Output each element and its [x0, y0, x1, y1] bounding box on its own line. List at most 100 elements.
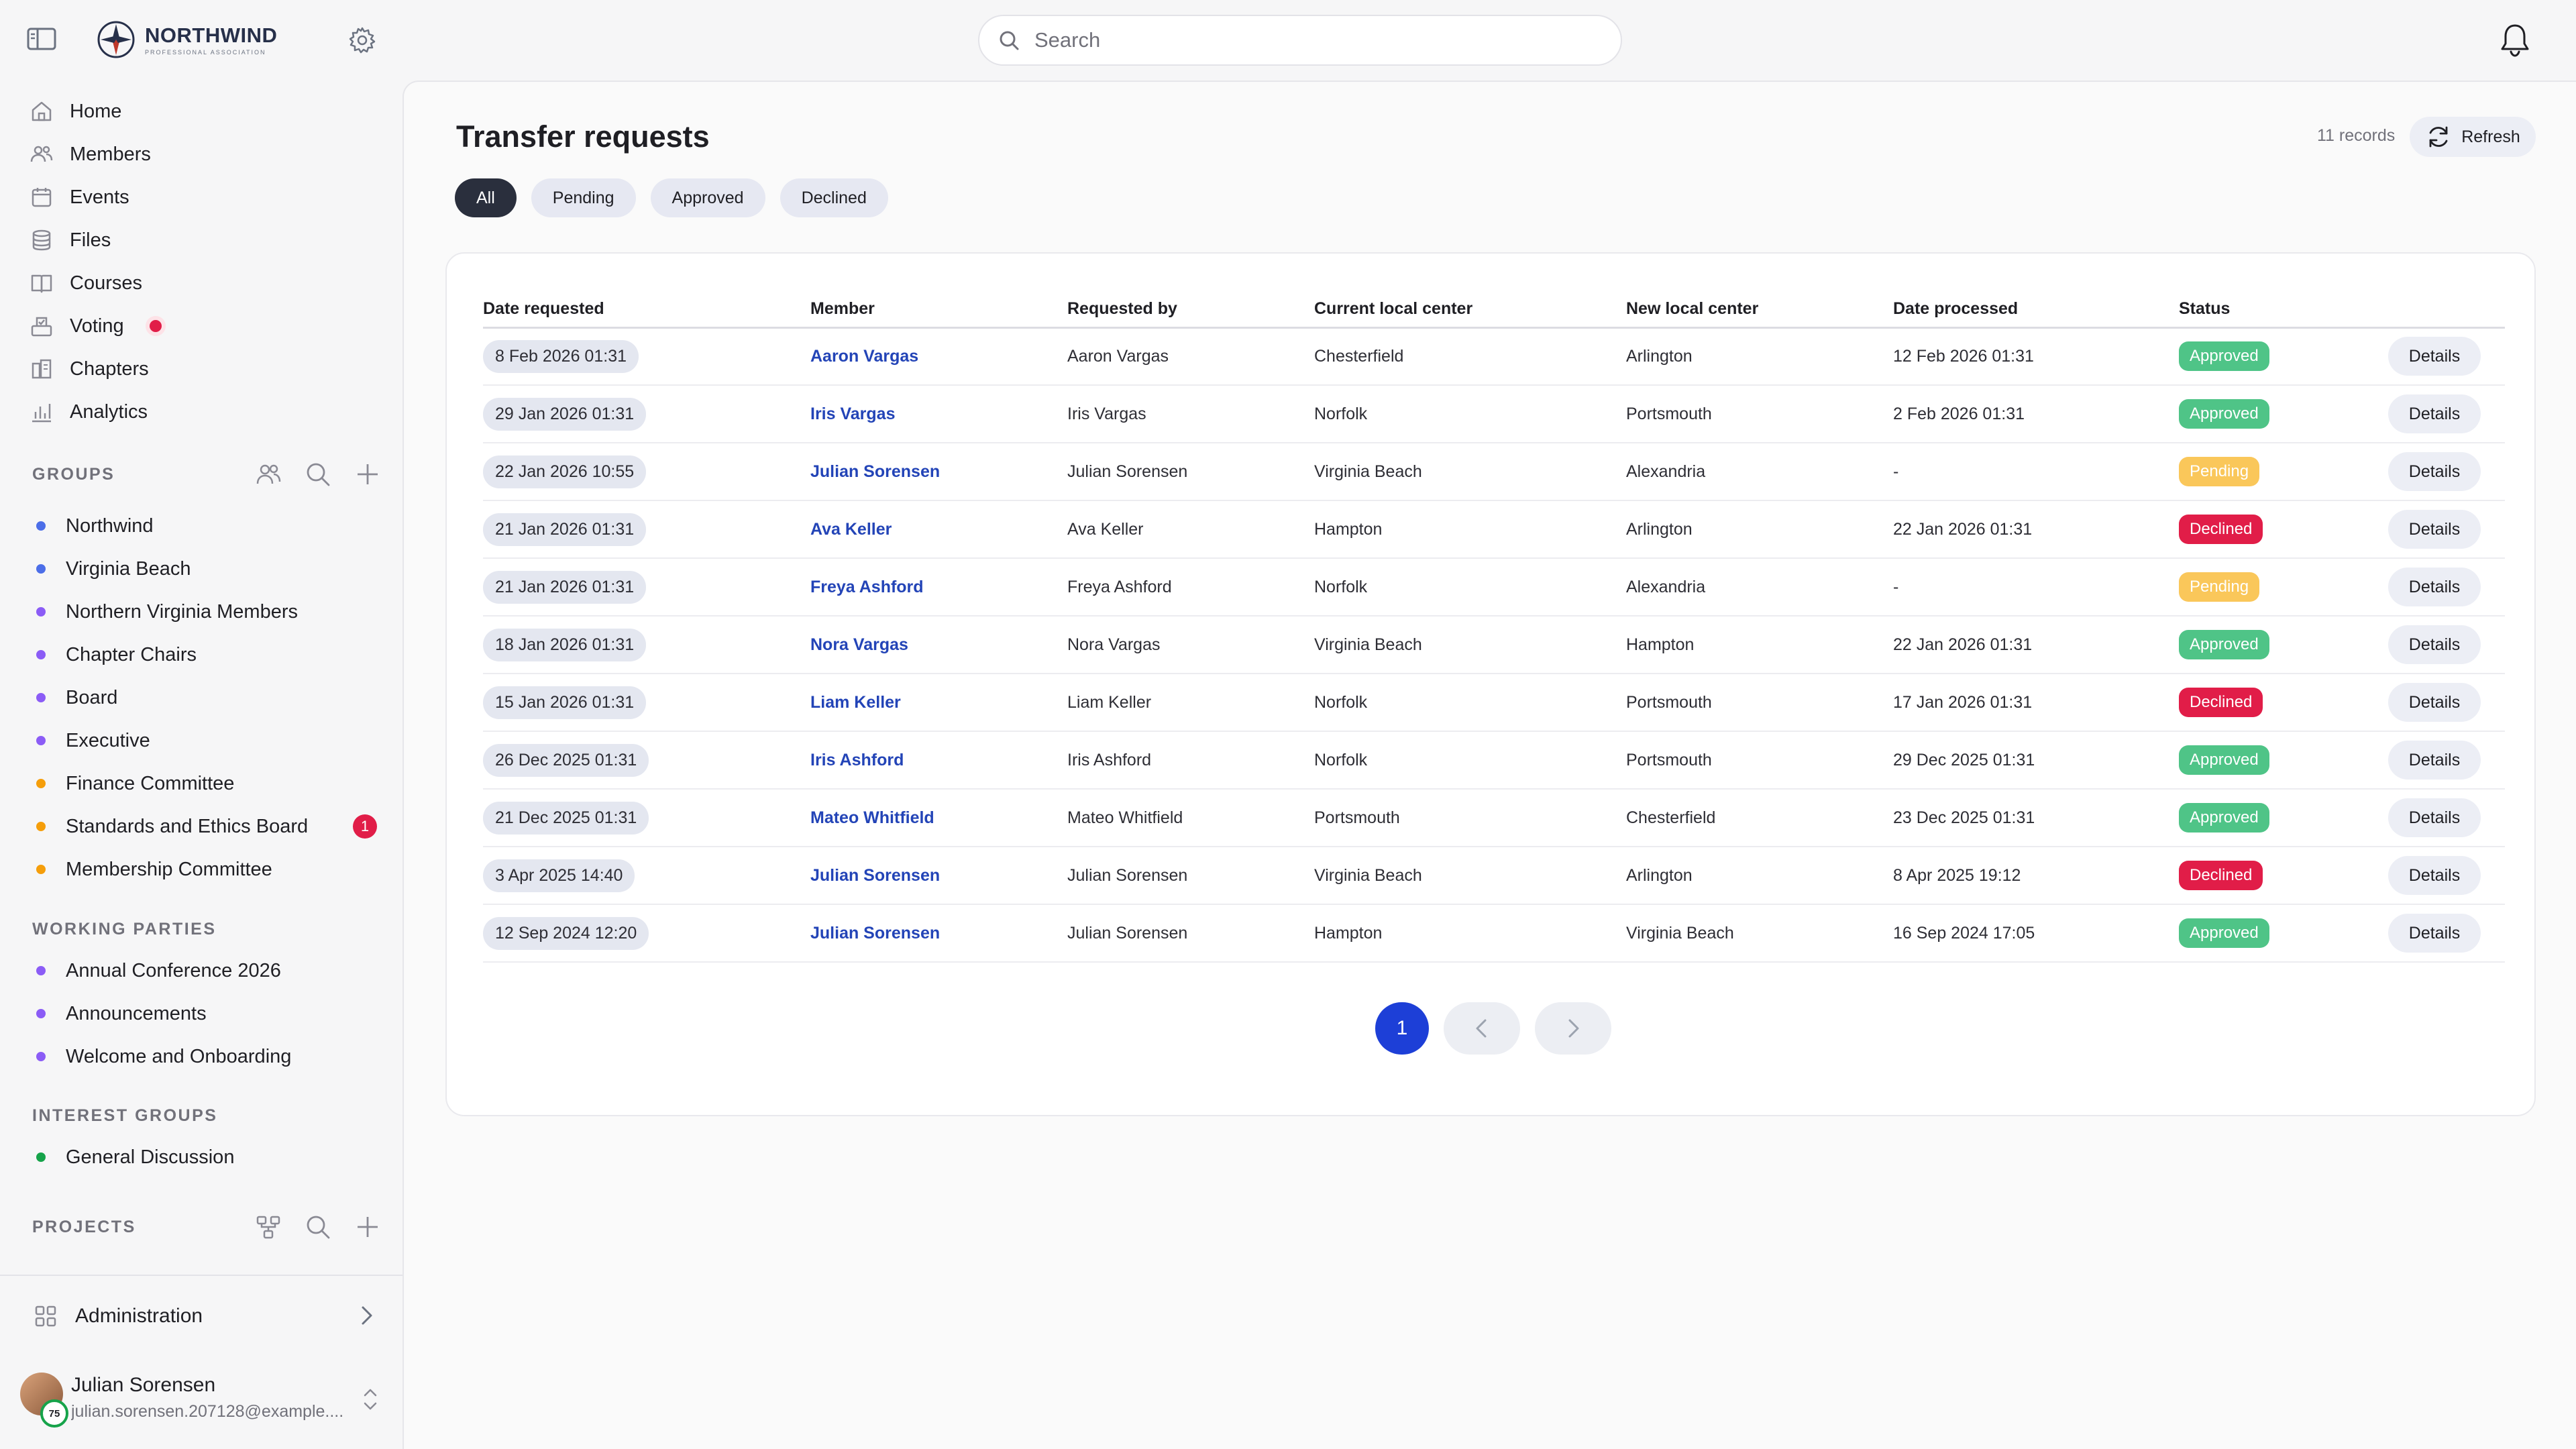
- details-button[interactable]: Details: [2388, 337, 2481, 376]
- add-group-icon[interactable]: [354, 461, 381, 488]
- table-row[interactable]: 15 Jan 2026 01:31 Liam Keller Liam Keller N…: [483, 674, 2505, 732]
- member-link[interactable]: Nora Vargas: [810, 635, 908, 654]
- group-item-membership-committee[interactable]: Membership Committee: [0, 848, 402, 891]
- filter-declined[interactable]: Declined: [780, 178, 888, 217]
- table-row[interactable]: 3 Apr 2025 14:40 Julian Sorensen Julian So…: [483, 847, 2505, 905]
- settings-gear-icon[interactable]: [347, 25, 377, 55]
- column-header[interactable]: Requested by: [1067, 291, 1314, 329]
- group-item-northwind[interactable]: Northwind: [0, 504, 402, 547]
- group-item-northern-virginia-members[interactable]: Northern Virginia Members: [0, 590, 402, 633]
- member-link[interactable]: Liam Keller: [810, 693, 901, 712]
- requested-by: Freya Ashford: [1067, 558, 1314, 616]
- date-requested-cell: 12 Sep 2024 12:20: [483, 904, 810, 963]
- column-header[interactable]: Date requested: [483, 291, 810, 329]
- administration-link[interactable]: Administration: [0, 1276, 402, 1356]
- table-row[interactable]: 21 Jan 2026 01:31 Freya Ashford Freya Ashf…: [483, 558, 2505, 616]
- member-link[interactable]: Julian Sorensen: [810, 462, 940, 481]
- nav-item-chapters[interactable]: Chapters: [0, 347, 402, 390]
- date-processed: 8 Apr 2025 19:12: [1893, 847, 2179, 905]
- member-link[interactable]: Aaron Vargas: [810, 347, 918, 366]
- details-button[interactable]: Details: [2388, 625, 2481, 664]
- details-button[interactable]: Details: [2388, 510, 2481, 549]
- details-button[interactable]: Details: [2388, 798, 2481, 837]
- group-item-executive[interactable]: Executive: [0, 719, 402, 762]
- details-button[interactable]: Details: [2388, 394, 2481, 433]
- member-link[interactable]: Iris Vargas: [810, 405, 895, 423]
- nav-item-courses[interactable]: Courses: [0, 262, 402, 305]
- group-item-board[interactable]: Board: [0, 676, 402, 719]
- refresh-button[interactable]: Refresh: [2410, 117, 2536, 157]
- column-header[interactable]: Date processed: [1893, 291, 2179, 329]
- search-input[interactable]: [1034, 28, 1571, 52]
- column-header[interactable]: Status: [2179, 291, 2388, 329]
- table-row[interactable]: 29 Jan 2026 01:31 Iris Vargas Iris Vargas N…: [483, 385, 2505, 443]
- project-hierarchy-icon[interactable]: [255, 1214, 282, 1240]
- column-header[interactable]: Member: [810, 291, 1067, 329]
- group-members-icon[interactable]: [255, 461, 282, 488]
- details-button[interactable]: Details: [2388, 568, 2481, 606]
- member-link[interactable]: Freya Ashford: [810, 578, 924, 596]
- table-row[interactable]: 26 Dec 2025 01:31 Iris Ashford Iris Ashfor…: [483, 731, 2505, 790]
- group-item-standards-and-ethics-board[interactable]: Standards and Ethics Board 1: [0, 805, 402, 848]
- details-button[interactable]: Details: [2388, 914, 2481, 953]
- nav-label: Courses: [70, 272, 142, 294]
- group-item-finance-committee[interactable]: Finance Committee: [0, 762, 402, 805]
- interest-group-item-general-discussion[interactable]: General Discussion: [0, 1136, 402, 1179]
- column-header[interactable]: New local center: [1626, 291, 1893, 329]
- date-requested: 8 Feb 2026 01:31: [483, 339, 639, 373]
- status-badge: Approved: [2179, 918, 2269, 948]
- details-button[interactable]: Details: [2388, 741, 2481, 780]
- group-item-chapter-chairs[interactable]: Chapter Chairs: [0, 633, 402, 676]
- details-button[interactable]: Details: [2388, 452, 2481, 491]
- group-label: Welcome and Onboarding: [66, 1045, 292, 1067]
- member-link[interactable]: Ava Keller: [810, 520, 892, 539]
- table-row[interactable]: 22 Jan 2026 10:55 Julian Sorensen Julian S…: [483, 443, 2505, 501]
- filter-approved[interactable]: Approved: [650, 178, 765, 217]
- details-button[interactable]: Details: [2388, 856, 2481, 895]
- add-project-icon[interactable]: [354, 1214, 381, 1240]
- search-groups-icon[interactable]: [305, 461, 331, 488]
- member-link[interactable]: Julian Sorensen: [810, 866, 940, 885]
- notifications-bell-icon[interactable]: [2498, 21, 2532, 58]
- member-link[interactable]: Mateo Whitfield: [810, 808, 934, 827]
- member-cell: Julian Sorensen: [810, 443, 1067, 501]
- date-requested-cell: 21 Jan 2026 01:31: [483, 500, 810, 559]
- user-menu[interactable]: 75 Julian Sorensen julian.sorensen.20712…: [0, 1354, 402, 1441]
- nav-item-files[interactable]: Files: [0, 219, 402, 262]
- search-projects-icon[interactable]: [305, 1214, 331, 1240]
- filter-pending[interactable]: Pending: [531, 178, 636, 217]
- member-link[interactable]: Iris Ashford: [810, 751, 904, 769]
- working-party-item-welcome-onboarding[interactable]: Welcome and Onboarding: [0, 1035, 402, 1078]
- table-row[interactable]: 18 Jan 2026 01:31 Nora Vargas Nora Vargas V…: [483, 616, 2505, 674]
- nav-item-voting[interactable]: Voting: [0, 305, 402, 347]
- previous-page-button[interactable]: [1444, 1002, 1520, 1055]
- column-header[interactable]: Current local center: [1314, 291, 1626, 329]
- nav-item-home[interactable]: Home: [0, 90, 402, 133]
- status-cell: Approved: [2179, 731, 2388, 790]
- working-party-item-announcements[interactable]: Announcements: [0, 992, 402, 1035]
- date-processed: -: [1893, 443, 2179, 501]
- nav-item-members[interactable]: Members: [0, 133, 402, 176]
- brand-name: NORTHWIND: [145, 23, 278, 47]
- table-row[interactable]: 8 Feb 2026 01:31 Aaron Vargas Aaron Vargas…: [483, 327, 2505, 386]
- date-requested: 15 Jan 2026 01:31: [483, 686, 647, 719]
- requested-by: Mateo Whitfield: [1067, 789, 1314, 847]
- page-1-button[interactable]: 1: [1375, 1002, 1429, 1055]
- working-party-item-annual-conference[interactable]: Annual Conference 2026: [0, 949, 402, 992]
- nav-item-analytics[interactable]: Analytics: [0, 390, 402, 433]
- group-item-virginia-beach[interactable]: Virginia Beach: [0, 547, 402, 590]
- details-button[interactable]: Details: [2388, 683, 2481, 722]
- date-requested: 22 Jan 2026 10:55: [483, 455, 647, 488]
- sidebar-toggle-icon[interactable]: [27, 27, 56, 51]
- search-bar[interactable]: [978, 15, 1622, 66]
- filter-all[interactable]: All: [455, 178, 517, 217]
- actions-cell: Details: [2388, 616, 2505, 674]
- date-requested: 18 Jan 2026 01:31: [483, 628, 647, 661]
- brand-logo[interactable]: NORTHWIND PROFESSIONAL ASSOCIATION: [97, 20, 277, 59]
- member-link[interactable]: Julian Sorensen: [810, 924, 940, 943]
- nav-item-events[interactable]: Events: [0, 176, 402, 219]
- next-page-button[interactable]: [1535, 1002, 1611, 1055]
- table-row[interactable]: 21 Jan 2026 01:31 Ava Keller Ava Keller Ham…: [483, 500, 2505, 559]
- table-row[interactable]: 12 Sep 2024 12:20 Julian Sorensen Julian S…: [483, 904, 2505, 963]
- table-row[interactable]: 21 Dec 2025 01:31 Mateo Whitfield Mateo Wh…: [483, 789, 2505, 847]
